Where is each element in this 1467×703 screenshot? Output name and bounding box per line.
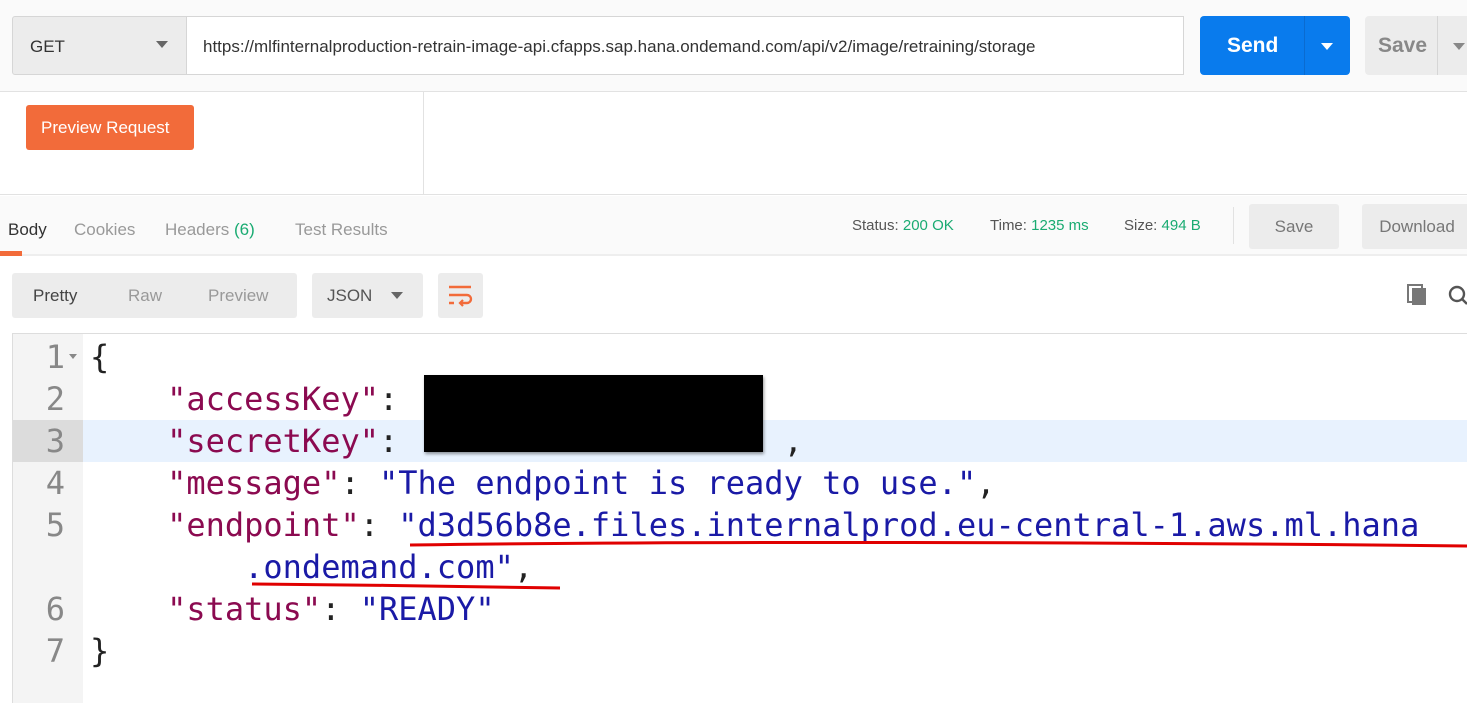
tab-label: Headers xyxy=(165,220,230,239)
method-select[interactable]: GET xyxy=(12,16,187,75)
download-button[interactable]: Download xyxy=(1362,204,1467,249)
copy-icon[interactable] xyxy=(1407,284,1426,305)
redaction-box xyxy=(424,375,763,452)
code-text: "accessKey": xyxy=(90,378,418,420)
active-tab-indicator xyxy=(0,251,22,256)
line-number: 5 xyxy=(45,506,65,544)
line-number: 3 xyxy=(45,422,65,460)
json-string: "d3d56b8e.files.internalprod.eu-central-… xyxy=(398,506,1420,544)
code-line: .ondemand.com", xyxy=(13,546,1467,588)
wrap-icon xyxy=(449,285,473,307)
json-key: "endpoint" xyxy=(90,506,360,544)
language-value: JSON xyxy=(327,286,373,305)
code-text: { xyxy=(90,336,109,378)
toolbar-icons xyxy=(1407,284,1467,305)
json-key: "accessKey" xyxy=(90,380,379,418)
json-punct: { xyxy=(90,338,110,376)
json-punct: : xyxy=(359,506,399,544)
code-line: 4 "message": "The endpoint is ready to u… xyxy=(13,462,1467,504)
line-number: 1 xyxy=(45,338,65,376)
json-key: "message" xyxy=(90,464,341,502)
code-line: 6 "status": "READY" xyxy=(13,588,1467,630)
url-input[interactable]: https://mlfinternalproduction-retrain-im… xyxy=(186,16,1184,75)
line-number: 2 xyxy=(45,380,65,418)
code-line: 5 "endpoint": "d3d56b8e.files.internalpr… xyxy=(13,504,1467,546)
json-punct: : xyxy=(340,464,379,502)
save-label: Save xyxy=(1378,34,1428,57)
format-preview[interactable]: Preview xyxy=(208,286,268,306)
json-string: "The endpoint is ready to use." xyxy=(378,464,977,502)
size-readout: Size: 494 B xyxy=(1124,217,1201,234)
send-button[interactable]: Send xyxy=(1200,16,1350,75)
language-select[interactable]: JSON xyxy=(312,273,423,318)
fold-caret-icon[interactable] xyxy=(69,354,77,359)
tab-body[interactable]: Body xyxy=(8,220,47,240)
json-punct: : xyxy=(321,590,360,628)
tab-test-results[interactable]: Test Results xyxy=(295,220,388,240)
preview-request-button[interactable]: Preview Request xyxy=(26,105,194,150)
line-number: 4 xyxy=(45,464,65,502)
format-raw[interactable]: Raw xyxy=(128,286,162,306)
time-readout: Time: 1235 ms xyxy=(990,217,1089,234)
code-text: "status": "READY" xyxy=(90,588,495,630)
code-text: "endpoint": "d3d56b8e.files.internalprod… xyxy=(90,504,1419,546)
status-readout: Status: 200 OK xyxy=(852,217,954,234)
json-string: .ondemand.com" xyxy=(90,548,514,586)
code-text: } xyxy=(90,630,109,672)
divider xyxy=(1233,207,1234,244)
divider xyxy=(1304,16,1305,75)
json-punct: , xyxy=(976,464,996,502)
tab-headers[interactable]: Headers (6) xyxy=(165,220,255,240)
search-icon[interactable] xyxy=(1448,285,1467,305)
json-punct: , xyxy=(513,548,534,586)
format-pretty[interactable]: Pretty xyxy=(33,286,77,306)
tab-cookies[interactable]: Cookies xyxy=(74,220,135,240)
send-label: Send xyxy=(1227,34,1279,57)
send-options-caret-icon[interactable] xyxy=(1321,43,1333,50)
caret-down-icon xyxy=(391,292,403,299)
line-number: 7 xyxy=(45,632,65,670)
code-text: .ondemand.com", xyxy=(90,546,533,588)
code-line: 7} xyxy=(13,630,1467,672)
json-key: "secretKey" xyxy=(90,422,379,460)
code-text: "message": "The endpoint is ready to use… xyxy=(90,462,995,504)
save-request-button[interactable]: Save xyxy=(1365,16,1467,75)
headers-count: (6) xyxy=(234,220,255,239)
method-value: GET xyxy=(30,37,65,56)
json-punct: } xyxy=(90,632,110,670)
preview-panel xyxy=(0,92,1467,195)
json-key: "status" xyxy=(90,590,322,628)
json-string: "READY" xyxy=(359,590,495,628)
save-response-button[interactable]: Save xyxy=(1249,204,1339,249)
json-punct: : xyxy=(378,380,418,418)
divider xyxy=(423,92,424,195)
wrap-lines-button[interactable] xyxy=(438,273,483,318)
save-options-caret-icon[interactable] xyxy=(1453,43,1465,50)
code-line: 1{ xyxy=(13,336,1467,378)
line-number: 6 xyxy=(45,590,65,628)
caret-down-icon xyxy=(156,41,168,48)
divider xyxy=(1437,16,1438,75)
